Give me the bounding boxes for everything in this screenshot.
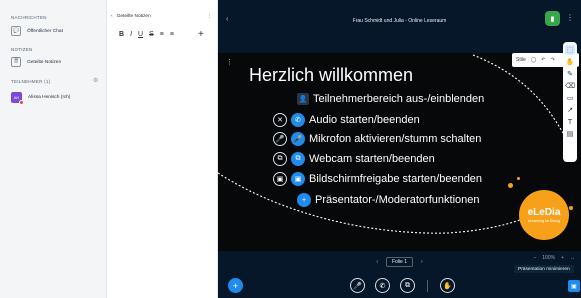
add-button[interactable]: + (198, 29, 204, 40)
note-tool-icon[interactable]: ▤ (565, 129, 575, 139)
plus-icon: + (297, 193, 311, 207)
public-chat-label: Öffentlicher Chat (27, 28, 63, 34)
strike-button[interactable]: S (149, 31, 154, 38)
participant-item[interactable]: AH Alissa Henisch (Ich) (11, 92, 71, 105)
next-slide-button[interactable]: › (421, 259, 423, 265)
avatar: AH (11, 92, 24, 105)
section-participants: TEILNEHMER (1) (11, 79, 51, 84)
back-chevron-icon[interactable]: ‹ (111, 14, 113, 19)
bold-button[interactable]: B (119, 31, 124, 38)
slide-line-6: + Präsentator-/Moderatorfunktionen (297, 193, 479, 207)
slide-title: Herzlich willkommen (249, 65, 414, 85)
zoom-in-button[interactable]: + (561, 255, 564, 261)
webcam-button[interactable]: ⧉ (400, 278, 415, 293)
actions-button[interactable]: + (228, 278, 243, 293)
options-menu-icon[interactable]: ⋮ (566, 13, 574, 22)
underline-button[interactable]: U (138, 31, 143, 38)
webcam-off-icon: ⧉ (273, 152, 287, 166)
eledia-logo: eLeDia eLearning im Dialog (519, 190, 569, 240)
mic-button[interactable]: 🎤 (350, 278, 365, 293)
italic-button[interactable]: I (130, 31, 132, 38)
topbar: ‹ Frau Schmidt und Julia - Online Lesera… (218, 0, 581, 44)
style-label: Stile (516, 57, 526, 63)
bullet-list-button[interactable]: ≡ (170, 31, 174, 38)
minimize-presentation-button[interactable]: ▣ (568, 280, 580, 292)
shared-notes-item[interactable]: 🗎 Geteilte Notizen (11, 57, 61, 67)
main-area: ‹ Frau Schmidt und Julia - Online Lesera… (218, 0, 581, 298)
connection-status-icon[interactable]: ▮ (545, 11, 560, 26)
notes-title: Geteilte Notizen (116, 13, 151, 19)
divider (427, 279, 428, 292)
screenshare-icon: ▣ (291, 172, 305, 186)
sidebar-left: NACHRICHTEN 💬 Öffentlicher Chat NOTIZEN … (0, 0, 107, 298)
notes-header: ‹ Geteilte Notizen ⋮ (107, 10, 218, 22)
decorative-dot (569, 206, 573, 210)
section-messages: NACHRICHTEN (11, 15, 47, 20)
zoom-controls: – 100% + ↔ (534, 255, 576, 261)
shared-notes-panel: ‹ Geteilte Notizen ⋮ B I U S ≡ ≡ + (107, 0, 218, 298)
chat-icon: 💬 (11, 26, 21, 36)
user-icon: 👤 (297, 93, 309, 105)
shared-notes-label: Geteilte Notizen (27, 59, 62, 65)
media-controls: 🎤 ✆ ⧉ ✋ (350, 278, 455, 293)
gear-icon[interactable]: ⚙ (93, 77, 98, 84)
audio-icon: ✆ (291, 113, 305, 127)
audio-off-icon: ✕ (273, 113, 287, 127)
notes-icon: 🗎 (11, 57, 21, 67)
participant-name: Alissa Henisch (Ich) (28, 95, 71, 100)
webcam-icon: ⧉ (291, 152, 305, 166)
slide-line-4: ⧉ ⧉ Webcam starten/beenden (273, 152, 435, 166)
mic-off-icon: 🎤 (273, 132, 287, 146)
arrow-icon[interactable]: ↗ (565, 105, 575, 115)
prev-slide-button[interactable]: ‹ (376, 259, 378, 265)
notes-more-icon[interactable]: ⋮ (207, 14, 212, 19)
select-tool-icon[interactable]: ⬚ (565, 45, 575, 55)
eraser-icon[interactable]: ⌫ (565, 81, 575, 91)
pencil-icon[interactable]: ✎ (565, 69, 575, 79)
slide-menu-icon[interactable]: ⋮ (226, 58, 233, 66)
section-notes: NOTIZEN (11, 47, 33, 52)
slide-line-1: 👤 Teilnehmerbereich aus-/einblenden (297, 93, 485, 105)
text-tool-icon[interactable]: T (565, 117, 575, 127)
screenshare-off-icon: ▣ (273, 172, 287, 186)
pan-hand-icon[interactable]: ✋ (565, 57, 575, 67)
slide-select[interactable]: Folie 1 (385, 257, 413, 267)
slide-line-2: ✕ ✆ Audio starten/beenden (273, 113, 420, 127)
fit-width-button[interactable]: ↔ (570, 255, 575, 261)
hand-raise-button[interactable]: ✋ (440, 278, 455, 293)
slide-line-5: ▣ ▣ Bildschirmfreigabe starten/beenden (273, 172, 482, 186)
rectangle-icon[interactable]: ▭ (565, 93, 575, 103)
public-chat-item[interactable]: 💬 Öffentlicher Chat (11, 26, 63, 36)
style-circle-icon[interactable]: ◯ (531, 57, 537, 63)
drawing-toolbar: ⬚ ✋ ✎ ⌫ ▭ ↗ T ▤ (563, 42, 577, 162)
room-title: Frau Schmidt und Julia - Online Leseraum (352, 18, 447, 24)
presentation-slide: ⋮ Herzlich willkommen 👤 Teilnehmerbereic… (218, 53, 581, 251)
zoom-out-button[interactable]: – (534, 255, 537, 261)
audio-button[interactable]: ✆ (375, 278, 390, 293)
undo-icon[interactable]: ↶ (541, 57, 545, 63)
slide-line-3: 🎤 🎤 Mikrofon aktivieren/stumm schalten (273, 132, 481, 146)
mic-icon: 🎤 (291, 132, 305, 146)
ordered-list-button[interactable]: ≡ (160, 31, 164, 38)
decorative-dot (508, 183, 513, 188)
redo-icon[interactable]: ↷ (551, 57, 555, 63)
zoom-level: 100% (542, 255, 556, 261)
decorative-dot (517, 177, 520, 180)
presenter-badge (19, 100, 24, 105)
notes-toolbar: B I U S ≡ ≡ + (119, 29, 204, 40)
